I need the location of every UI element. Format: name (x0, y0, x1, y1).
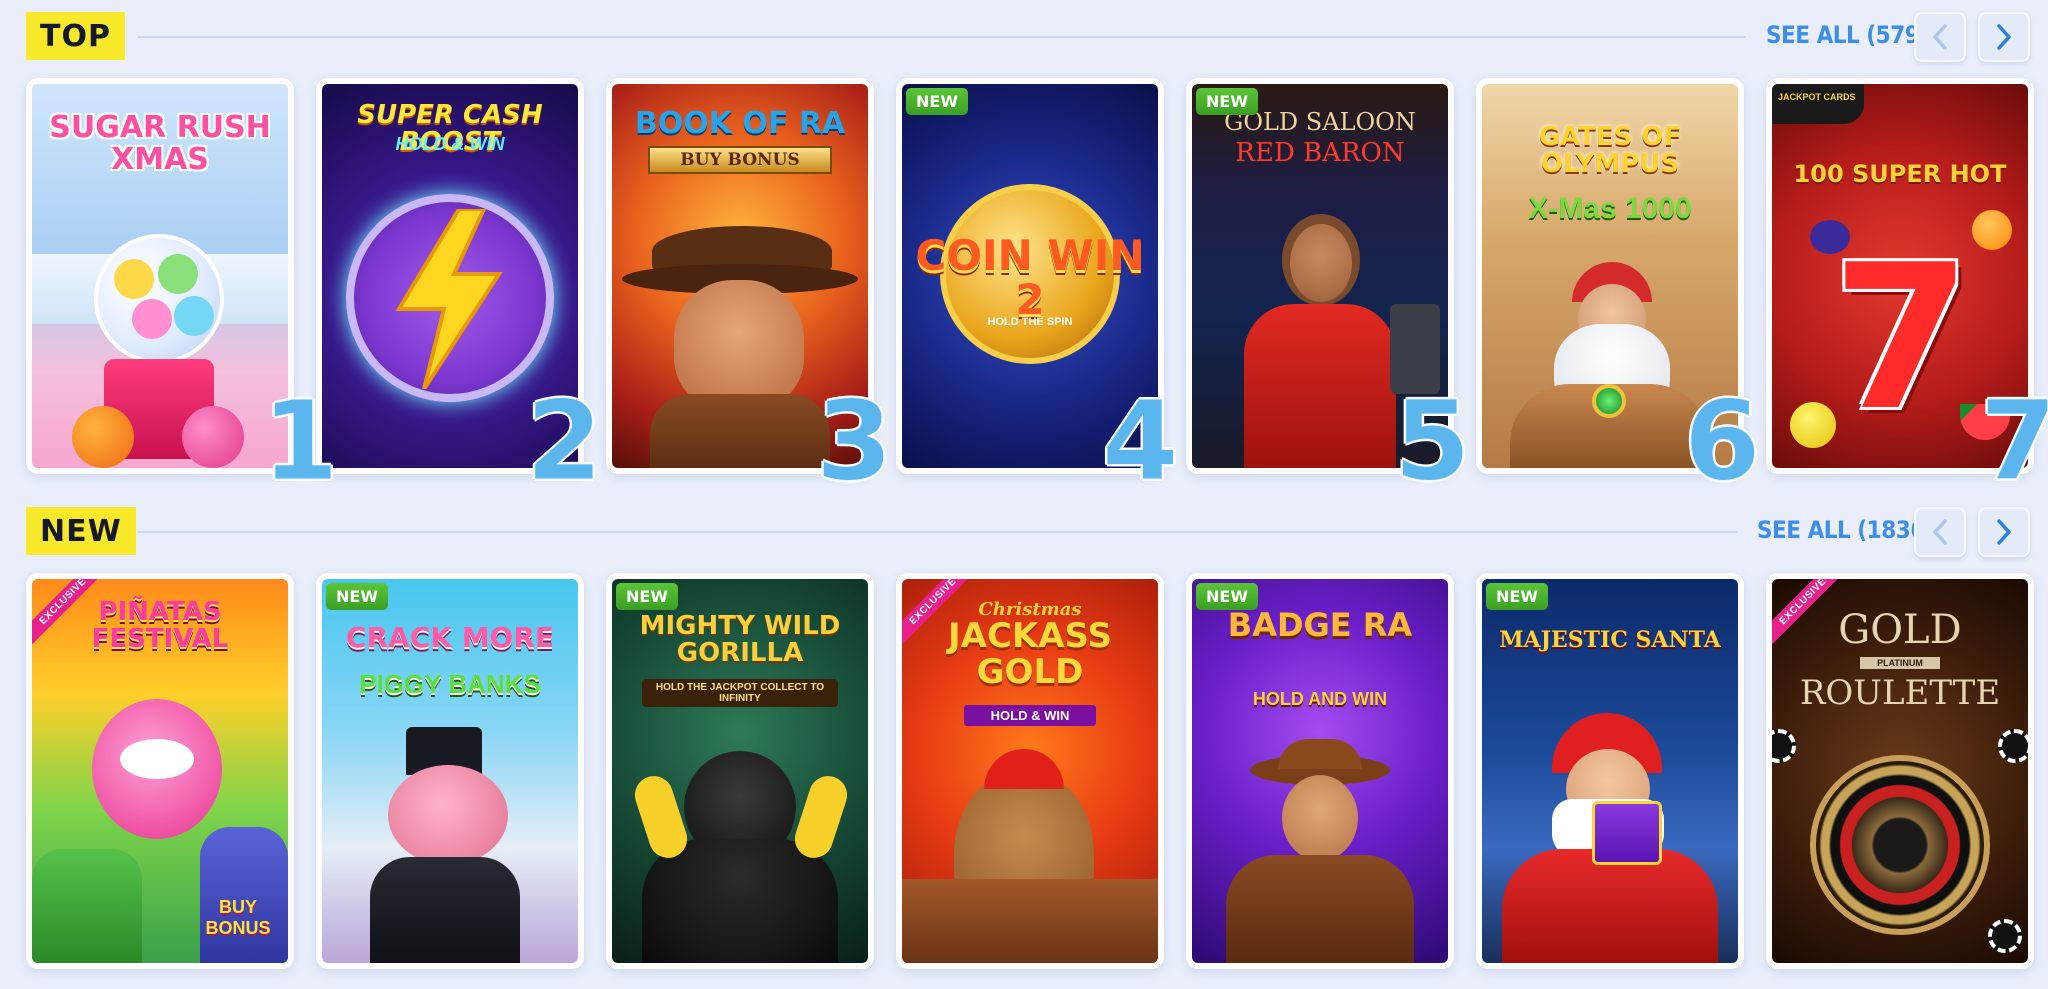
game-thumbnail: EXCLUSIVE GOLD PLATINUM ROULETTE (1772, 579, 2028, 963)
rank-number: 5 (1394, 377, 1472, 505)
rank-number: 2 (526, 377, 604, 505)
chevron-left-icon (1933, 519, 1947, 545)
divider (138, 36, 1746, 38)
game-thumbnail: NEW BADGE RA HOLD AND WIN (1192, 579, 1448, 963)
new-badge: NEW (616, 583, 678, 610)
new-badge: NEW (906, 88, 968, 115)
game-title-text: PIÑATAS Festival (91, 597, 229, 655)
game-title-text: BOOK OF RA (634, 106, 846, 141)
top-games-section: TOP SEE ALL (579) Sugar Rush Xmas (0, 0, 2048, 497)
rank-number: 7 (1980, 377, 2048, 505)
game-thumbnail: NEW CRACK MORE PIGGY BANKS (322, 579, 578, 963)
new-next-button[interactable] (1978, 507, 2030, 557)
new-games-row: EXCLUSIVE PIÑATAS Festival BUY BONUS NEW… (26, 573, 2034, 973)
top-next-button[interactable] (1978, 12, 2030, 62)
divider (138, 531, 1738, 533)
new-badge: NEW (1196, 88, 1258, 115)
game-thumbnail: EXCLUSIVE Christmas JACKASS GOLD HOLD & … (902, 579, 1158, 963)
game-card-gold-platinum-roulette[interactable]: EXCLUSIVE GOLD PLATINUM ROULETTE (1766, 573, 2034, 969)
game-title-text: CRACK MORE (345, 621, 555, 654)
game-thumbnail: Sugar Rush Xmas (32, 84, 288, 468)
game-title-text: GOLD (1838, 607, 1962, 653)
game-title-text: COIN WIN 2 (915, 231, 1145, 325)
chevron-right-icon (1997, 24, 2011, 50)
game-card-christmas-jackass-gold[interactable]: EXCLUSIVE Christmas JACKASS GOLD HOLD & … (896, 573, 1164, 969)
chevron-right-icon (1997, 519, 2011, 545)
game-title-text: MIGHTY WILD GORILLA (639, 611, 841, 669)
new-prev-button[interactable] (1914, 507, 1966, 557)
game-thumbnail: NEW MAJESTIC SANTA (1482, 579, 1738, 963)
rank-number: 6 (1684, 377, 1762, 505)
top-games-row: Sugar Rush Xmas 1 SUPER CASH BOOST HOLD … (26, 78, 2048, 497)
new-section-header: NEW SEE ALL (1836) (26, 507, 2030, 557)
new-section-title: NEW (26, 507, 136, 555)
game-card-badge-of-ra[interactable]: NEW BADGE RA HOLD AND WIN (1186, 573, 1454, 969)
game-title-text: MAJESTIC SANTA (1499, 627, 1721, 653)
game-card-crack-more-piggy-banks[interactable]: NEW CRACK MORE PIGGY BANKS (316, 573, 584, 969)
lightning-icon (395, 209, 503, 389)
game-title-text: Sugar Rush Xmas (49, 110, 271, 177)
game-title-text: JACKASS GOLD (947, 616, 1113, 692)
game-card-gold-saloon-red-baron[interactable]: NEW GOLD SALOON RED BARON 5 (1186, 78, 1471, 497)
game-card-100-super-hot[interactable]: JACKPOT CARDS 100 SUPER HOT 7 7 (1766, 78, 2048, 497)
game-card-super-cash-boost[interactable]: SUPER CASH BOOST HOLD & WIN 2 (316, 78, 603, 497)
new-games-section: NEW SEE ALL (1836) EXCLUSIVE PIÑATAS Fes… (0, 495, 2048, 989)
new-badge: NEW (1486, 583, 1548, 610)
game-card-majestic-santa[interactable]: NEW MAJESTIC SANTA (1476, 573, 1744, 969)
game-card-pinatas-festival[interactable]: EXCLUSIVE PIÑATAS Festival BUY BONUS (26, 573, 294, 969)
see-all-top-link[interactable]: SEE ALL (579) (1766, 21, 1929, 49)
game-thumbnail: EXCLUSIVE PIÑATAS Festival BUY BONUS (32, 579, 288, 963)
game-card-gates-of-olympus-xmas-1000[interactable]: Gates of OLYMPUS X-Mas 1000 6 (1476, 78, 1761, 497)
top-prev-button[interactable] (1914, 12, 1966, 62)
rank-number: 4 (1102, 377, 1180, 505)
game-card-sugar-rush-xmas[interactable]: Sugar Rush Xmas 1 (26, 78, 339, 497)
game-thumbnail: NEW MIGHTY WILD GORILLA HOLD THE JACKPOT… (612, 579, 868, 963)
new-badge: NEW (326, 583, 388, 610)
game-title-text: Gates of OLYMPUS (1538, 122, 1682, 180)
rank-number: 1 (262, 377, 340, 505)
chevron-left-icon (1933, 24, 1947, 50)
game-card-coin-win-2[interactable]: NEW COIN WIN 2 HOLD THE SPIN 4 (896, 78, 1179, 497)
top-section-header: TOP SEE ALL (579) (26, 12, 2030, 62)
new-badge: NEW (1196, 583, 1258, 610)
game-card-book-of-ra[interactable]: BOOK OF RA BUY BONUS 3 (606, 78, 893, 497)
rank-number: 3 (816, 377, 894, 505)
game-title-text: 100 SUPER HOT (1793, 160, 2007, 188)
game-card-mighty-wild-gorilla[interactable]: NEW MIGHTY WILD GORILLA HOLD THE JACKPOT… (606, 573, 874, 969)
see-all-new-link[interactable]: SEE ALL (1836) (1757, 516, 1935, 544)
game-title-text: BADGE RA (1227, 606, 1413, 644)
top-section-title: TOP (26, 12, 125, 60)
